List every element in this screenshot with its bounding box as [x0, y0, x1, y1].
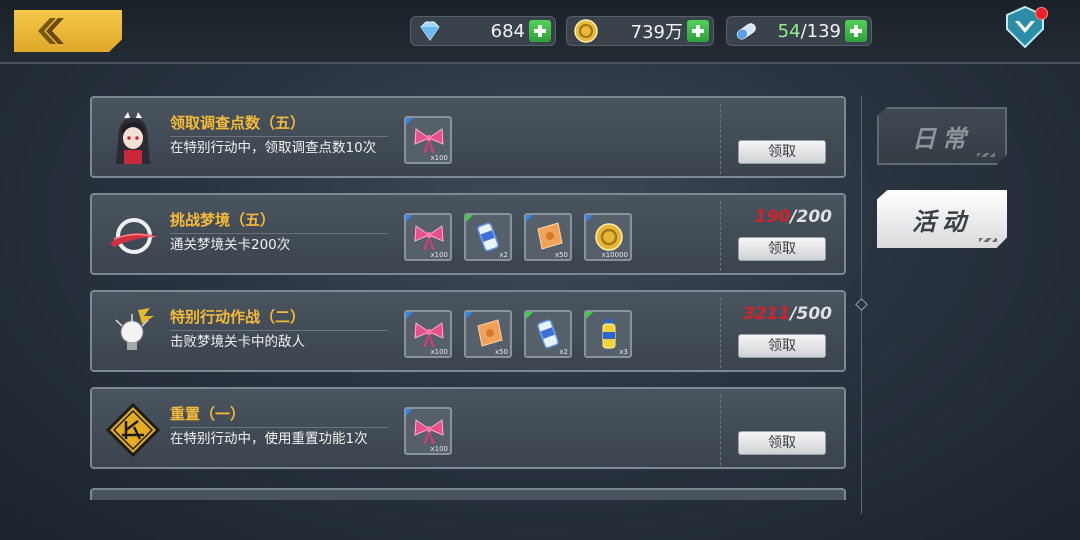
pink-bow-icon: [414, 322, 444, 347]
reward-count: x3: [619, 348, 628, 356]
divider: [170, 233, 388, 234]
task-card: 特别行动作战（二） 击败梦境关卡中的敌人 x100 x50 x2 x3 3211…: [90, 290, 846, 372]
task-progress: 3211/500: [732, 304, 832, 324]
reward-slot[interactable]: x2: [464, 213, 512, 261]
task-description: 在特别行动中，领取调查点数10次: [170, 140, 377, 156]
tab-event-label: 活动: [912, 207, 972, 236]
task-title: 挑战梦境（五）: [170, 211, 276, 229]
pink-bow-icon: [414, 419, 444, 444]
reward-count: x100: [430, 348, 448, 356]
task-card: 挑战梦境（五） 通关梦境关卡200次 x100 x2 x50 x10000 19…: [90, 193, 846, 275]
reward-slot[interactable]: x100: [404, 116, 452, 164]
tab-stripe: [977, 153, 995, 157]
task-description: 通关梦境关卡200次: [170, 237, 291, 253]
divider: [170, 427, 388, 428]
pink-bow-icon: [414, 225, 444, 250]
progress-current: 3211: [742, 304, 791, 324]
back-button[interactable]: [14, 10, 122, 52]
column-divider: [720, 395, 721, 465]
task-card-partial: [90, 488, 846, 500]
stamina-counter: 54/139: [726, 16, 872, 46]
exp-bottle-icon: [602, 319, 616, 349]
claim-button[interactable]: 领取: [738, 237, 826, 261]
task-description: 在特别行动中，使用重置功能1次: [170, 431, 368, 447]
gold-coin-icon: [595, 223, 623, 251]
reward-slot[interactable]: x100: [404, 407, 452, 455]
pink-bow-icon: [414, 128, 444, 153]
diamond-counter: 684: [410, 16, 556, 46]
lightbulb-icon: [115, 308, 154, 350]
divider: [170, 330, 388, 331]
task-description: 击败梦境关卡中的敌人: [170, 334, 305, 350]
coin-counter: 739万: [566, 16, 714, 46]
reward-slot[interactable]: x50: [464, 310, 512, 358]
stamina-current: 54: [777, 20, 801, 42]
orange-ticket-icon: [537, 222, 563, 250]
reward-slot[interactable]: x100: [404, 310, 452, 358]
acap-can-icon: [537, 319, 559, 349]
stamina-max: 139: [806, 20, 841, 42]
tab-daily[interactable]: 日常: [877, 107, 1007, 165]
reward-slot[interactable]: x3: [584, 310, 632, 358]
progress-total: /200: [790, 207, 832, 227]
column-divider: [720, 104, 721, 174]
reward-count: x2: [559, 348, 568, 356]
add-stamina-button[interactable]: [845, 20, 867, 42]
task-title: 特别行动作战（二）: [170, 308, 306, 326]
anime-girl-avatar-icon: [116, 112, 150, 164]
tab-daily-label: 日常: [912, 124, 972, 153]
stamina-pill-icon: [736, 23, 756, 40]
reward-count: x2: [499, 251, 508, 259]
notification-dot: [1035, 7, 1048, 20]
acap-can-icon: [477, 222, 499, 252]
task-card: 重置（一） 在特别行动中，使用重置功能1次 x100 领取: [90, 387, 846, 469]
diamond-icon: [420, 21, 440, 41]
add-diamond-button[interactable]: [529, 20, 551, 42]
reward-count: x100: [430, 251, 448, 259]
task-progress: 190/200: [732, 207, 832, 227]
reward-count: x100: [430, 154, 448, 162]
progress-current: 190: [754, 207, 791, 227]
divider: [170, 136, 388, 137]
back-arrow-icon: [38, 18, 64, 44]
add-coin-button[interactable]: [687, 20, 709, 42]
column-divider: [720, 201, 721, 271]
tab-stripe: [979, 238, 997, 242]
column-divider: [720, 298, 721, 368]
task-title: 领取调查点数（五）: [170, 114, 306, 132]
orange-ticket-icon: [477, 319, 503, 347]
top-bar: 684 739万 54/139: [0, 0, 1080, 64]
coin-value: 739万: [630, 22, 683, 43]
reward-slot[interactable]: x10000: [584, 213, 632, 261]
progress-total: /500: [790, 304, 832, 324]
reward-slot[interactable]: x100: [404, 213, 452, 261]
task-list: 领取调查点数（五） 在特别行动中，领取调查点数10次 x100 领取 挑战梦境（…: [90, 96, 848, 500]
claim-button[interactable]: 领取: [738, 334, 826, 358]
claim-button[interactable]: 领取: [738, 431, 826, 455]
reward-count: x50: [554, 251, 568, 259]
reward-count: x100: [430, 445, 448, 453]
reward-slot[interactable]: x2: [524, 310, 572, 358]
reward-count: x10000: [601, 251, 628, 259]
task-card: 领取调查点数（五） 在特别行动中，领取调查点数10次 x100 领取: [90, 96, 846, 178]
reset-sign-icon: [105, 402, 161, 458]
reward-count: x50: [494, 348, 508, 356]
reward-slot[interactable]: x50: [524, 213, 572, 261]
diamond-value: 684: [490, 20, 525, 42]
coin-icon: [574, 19, 598, 43]
task-title: 重置（一）: [170, 405, 246, 423]
dream-ring-icon: [110, 218, 158, 254]
claim-button[interactable]: 领取: [738, 140, 826, 164]
tab-event[interactable]: 活动: [877, 190, 1007, 248]
scroll-handle[interactable]: [855, 298, 868, 311]
